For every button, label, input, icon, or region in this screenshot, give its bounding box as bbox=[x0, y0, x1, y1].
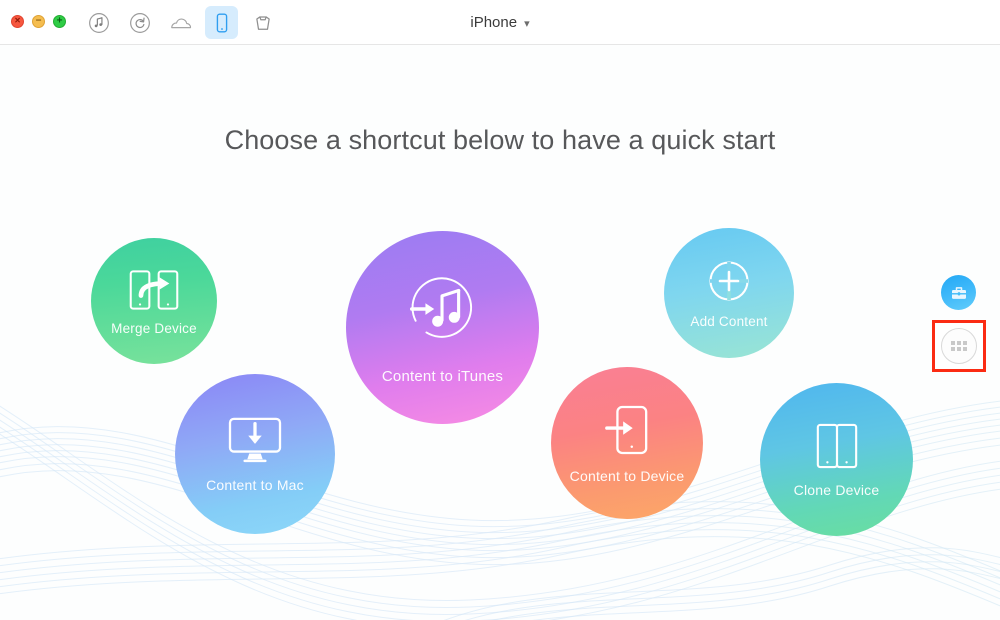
clone-device-icon bbox=[814, 421, 860, 471]
more-apps-highlight bbox=[932, 320, 986, 372]
toolbar bbox=[82, 6, 279, 39]
app-window: × − + iPhone ▾ Choose a shortcut below t… bbox=[0, 0, 1000, 620]
cloud-icon bbox=[170, 17, 191, 28]
music-icon bbox=[88, 12, 109, 33]
toolbox-icon bbox=[255, 15, 270, 30]
toolbar-item-cloud[interactable] bbox=[164, 6, 197, 39]
maximize-icon: + bbox=[56, 15, 63, 26]
music-import-icon bbox=[402, 270, 484, 352]
shortcut-add-content[interactable]: Add Content bbox=[664, 228, 794, 358]
shortcut-clone-device[interactable]: Clone Device bbox=[760, 383, 913, 536]
minimize-icon: − bbox=[35, 15, 42, 26]
traffic-light-group: × − + bbox=[11, 15, 66, 28]
merge-device-icon bbox=[127, 267, 181, 313]
page-title: Choose a shortcut below to have a quick … bbox=[224, 125, 776, 155]
phone-import-icon bbox=[604, 403, 650, 457]
close-icon: × bbox=[14, 15, 21, 26]
shortcut-label: Content to Device bbox=[569, 467, 685, 484]
shortcut-label: Content to iTunes bbox=[381, 368, 504, 385]
more-apps-button[interactable] bbox=[941, 328, 977, 364]
shortcut-content-to-itunes[interactable]: Content to iTunes bbox=[346, 231, 539, 424]
toolbox-icon bbox=[951, 286, 966, 299]
toolbar-item-toolbox[interactable] bbox=[246, 6, 279, 39]
chevron-down-icon[interactable]: ▾ bbox=[524, 17, 530, 30]
refresh-icon bbox=[129, 12, 150, 33]
shortcut-label: Add Content bbox=[690, 314, 768, 329]
toolbar-item-device[interactable] bbox=[205, 6, 238, 39]
shortcut-merge-device[interactable]: Merge Device bbox=[91, 238, 217, 364]
grid-dots-icon bbox=[951, 341, 967, 351]
add-content-plus-icon bbox=[705, 257, 753, 305]
shortcut-label: Content to Mac bbox=[206, 477, 304, 493]
monitor-download-icon bbox=[226, 415, 284, 465]
toolbar-item-refresh[interactable] bbox=[123, 6, 156, 39]
title-bar: × − + iPhone ▾ bbox=[0, 0, 1000, 45]
close-button[interactable]: × bbox=[11, 15, 24, 28]
shortcut-content-to-device[interactable]: Content to Device bbox=[551, 367, 703, 519]
shortcut-label: Clone Device bbox=[793, 482, 880, 498]
toolbar-item-music[interactable] bbox=[82, 6, 115, 39]
maximize-button[interactable]: + bbox=[53, 15, 66, 28]
window-title: iPhone bbox=[470, 14, 518, 31]
shortcut-content-to-mac[interactable]: Content to Mac bbox=[175, 374, 335, 534]
toolbox-button[interactable] bbox=[941, 275, 976, 310]
minimize-button[interactable]: − bbox=[32, 15, 45, 28]
shortcut-label: Merge Device bbox=[111, 320, 197, 336]
device-icon bbox=[216, 13, 227, 32]
